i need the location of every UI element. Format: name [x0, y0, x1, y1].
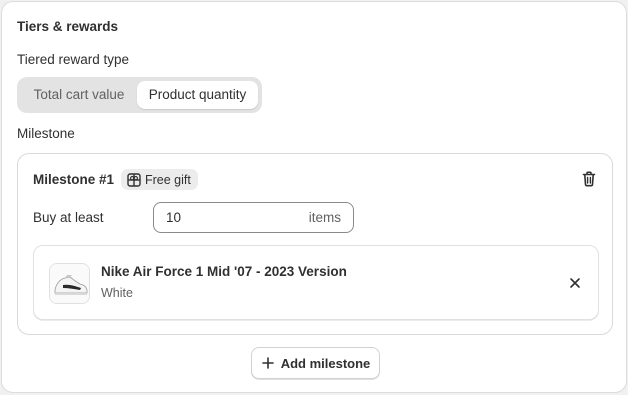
badge-label: Free gift	[145, 172, 191, 187]
close-icon[interactable]	[567, 275, 583, 291]
tiers-rewards-card: Tiers & rewards Tiered reward type Total…	[1, 1, 627, 393]
free-gift-badge: Free gift	[121, 169, 198, 190]
trash-icon[interactable]	[580, 170, 598, 188]
quantity-input[interactable]: 10 items	[153, 202, 354, 233]
gift-icon	[127, 172, 141, 187]
quantity-suffix: items	[308, 210, 341, 225]
add-milestone-label: Add milestone	[280, 355, 371, 371]
milestone-title: Milestone #1	[33, 172, 115, 187]
segment-product-quantity[interactable]: Product quantity	[137, 81, 258, 109]
plus-icon	[261, 356, 275, 370]
milestone-card: Milestone #1 Free gift Buy at least 10 i…	[17, 153, 613, 335]
product-name: Nike Air Force 1 Mid '07 - 2023 Version	[101, 264, 347, 279]
reward-type-label: Tiered reward type	[17, 52, 130, 67]
product-item: Nike Air Force 1 Mid '07 - 2023 Version …	[33, 245, 599, 320]
reward-type-segmented-control: Total cart value Product quantity	[17, 77, 262, 113]
add-milestone-button[interactable]: Add milestone	[251, 347, 380, 379]
milestone-label: Milestone	[17, 126, 75, 141]
buy-at-least-label: Buy at least	[33, 210, 104, 225]
product-variant: White	[101, 286, 133, 300]
section-title: Tiers & rewards	[17, 19, 119, 34]
segment-total-cart-value[interactable]: Total cart value	[21, 81, 137, 109]
quantity-value[interactable]: 10	[166, 210, 181, 225]
product-thumbnail	[49, 263, 90, 304]
sneaker-image	[50, 264, 89, 303]
